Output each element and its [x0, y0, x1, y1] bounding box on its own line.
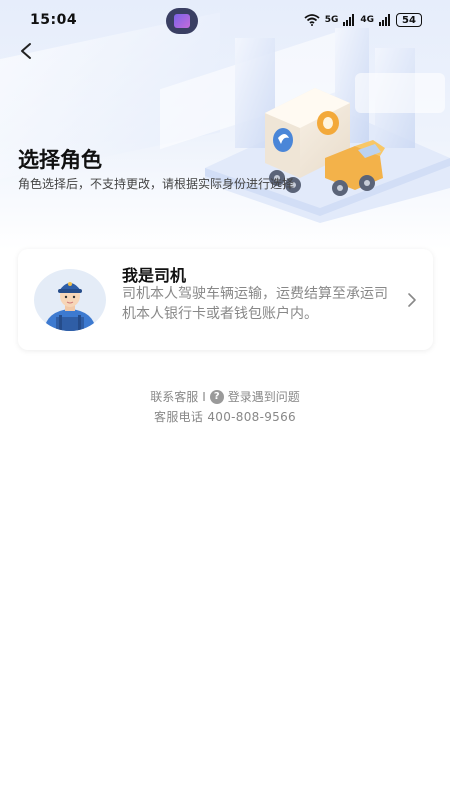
role-description: 司机本人驾驶车辆运输，运费结算至承运司机本人银行卡或者钱包账户内。	[122, 286, 388, 322]
role-card-driver[interactable]: 我是司机 司机本人驾驶车辆运输，运费结算至承运司机本人银行卡或者钱包账户内。	[18, 249, 433, 350]
wifi-icon	[304, 14, 320, 26]
footer-links: 联系客服 I ? 登录遇到问题	[0, 388, 450, 405]
signal-icon	[379, 14, 390, 26]
status-bar: 15:04 5G 4G 54	[0, 0, 450, 40]
back-button[interactable]	[14, 38, 38, 64]
battery-icon: 54	[396, 13, 422, 27]
role-title: 我是司机	[122, 266, 187, 285]
login-help-link[interactable]: 登录遇到问题	[228, 388, 300, 405]
app-notification-icon	[166, 8, 198, 34]
chevron-right-icon	[408, 293, 416, 307]
signal-icon	[343, 14, 355, 26]
separator: I	[202, 389, 206, 404]
status-time: 15:04	[30, 12, 78, 28]
chevron-left-icon	[21, 43, 31, 59]
driver-icon	[44, 282, 96, 331]
driver-avatar	[34, 269, 106, 331]
page-subtitle: 角色选择后，不支持更改，请根据实际身份进行选择	[18, 177, 295, 191]
network-type-2: 4G	[360, 15, 374, 25]
contact-support-link[interactable]: 联系客服	[150, 388, 198, 405]
footer: 联系客服 I ? 登录遇到问题 客服电话 400-808-9566	[0, 388, 450, 425]
support-phone[interactable]: 客服电话 400-808-9566	[0, 408, 450, 425]
network-type-1: 5G	[324, 15, 339, 25]
page-title: 选择角色	[18, 148, 102, 172]
help-icon: ?	[209, 389, 224, 404]
truck-illustration	[205, 28, 450, 223]
status-icons: 5G 4G 54	[304, 13, 422, 27]
